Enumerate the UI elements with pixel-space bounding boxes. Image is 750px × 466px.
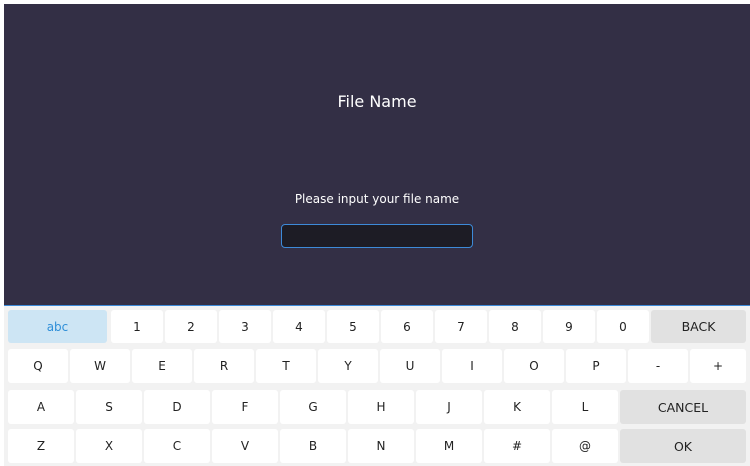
key-p[interactable]: P — [566, 349, 626, 383]
key-s[interactable]: S — [76, 390, 142, 424]
key-y[interactable]: Y — [318, 349, 378, 383]
key-t[interactable]: T — [256, 349, 316, 383]
input-prompt: Please input your file name — [294, 192, 460, 206]
key-u[interactable]: U — [380, 349, 440, 383]
key-2[interactable]: 2 — [165, 310, 217, 343]
key-w[interactable]: W — [70, 349, 130, 383]
key-i[interactable]: I — [442, 349, 502, 383]
key-6[interactable]: 6 — [381, 310, 433, 343]
key-f[interactable]: F — [212, 390, 278, 424]
key-1[interactable]: 1 — [111, 310, 163, 343]
key-a[interactable]: A — [8, 390, 74, 424]
key-l[interactable]: L — [552, 390, 618, 424]
key-4[interactable]: 4 — [273, 310, 325, 343]
key-0[interactable]: 0 — [597, 310, 649, 343]
key-8[interactable]: 8 — [489, 310, 541, 343]
key-o[interactable]: O — [504, 349, 564, 383]
key-at[interactable]: @ — [552, 429, 618, 463]
key-n[interactable]: N — [348, 429, 414, 463]
key-c[interactable]: C — [144, 429, 210, 463]
key-r[interactable]: R — [194, 349, 254, 383]
on-screen-keyboard: abc 1 2 3 4 5 6 7 8 9 0 BACK Q W E R T Y… — [4, 306, 750, 466]
file-name-input[interactable] — [281, 224, 473, 248]
key-g[interactable]: G — [280, 390, 346, 424]
key-z[interactable]: Z — [8, 429, 74, 463]
ok-button[interactable]: OK — [620, 429, 746, 463]
key-j[interactable]: J — [416, 390, 482, 424]
back-button[interactable]: BACK — [651, 310, 746, 343]
key-x[interactable]: X — [76, 429, 142, 463]
key-h[interactable]: H — [348, 390, 414, 424]
file-name-screen: File Name Please input your file name ab… — [4, 4, 750, 466]
key-b[interactable]: B — [280, 429, 346, 463]
key-d[interactable]: D — [144, 390, 210, 424]
key-9[interactable]: 9 — [543, 310, 595, 343]
key-3[interactable]: 3 — [219, 310, 271, 343]
key-m[interactable]: M — [416, 429, 482, 463]
key-abc-mode[interactable]: abc — [8, 310, 107, 343]
key-7[interactable]: 7 — [435, 310, 487, 343]
key-hash[interactable]: # — [484, 429, 550, 463]
cancel-button[interactable]: CANCEL — [620, 390, 746, 424]
key-e[interactable]: E — [132, 349, 192, 383]
key-plus[interactable]: + — [690, 349, 746, 383]
key-5[interactable]: 5 — [327, 310, 379, 343]
key-k[interactable]: K — [484, 390, 550, 424]
key-minus[interactable]: - — [628, 349, 688, 383]
key-v[interactable]: V — [212, 429, 278, 463]
dialog-title: File Name — [337, 92, 417, 111]
key-q[interactable]: Q — [8, 349, 68, 383]
file-name-dialog: File Name Please input your file name — [4, 4, 750, 305]
